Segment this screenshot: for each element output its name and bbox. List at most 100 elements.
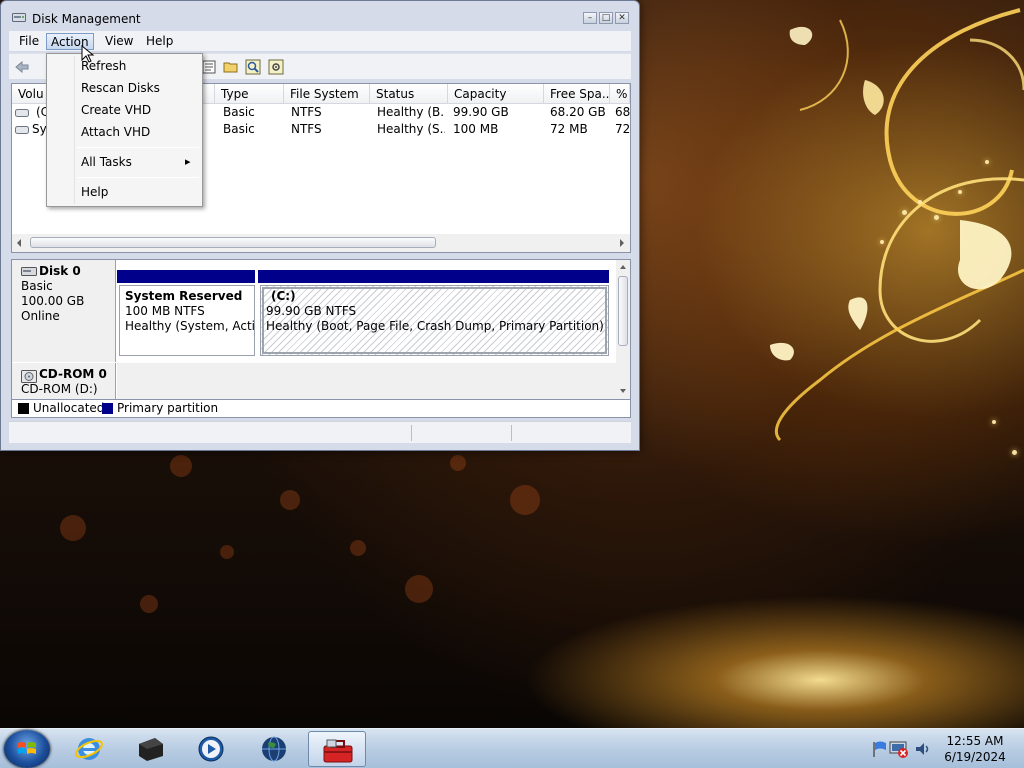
partition-bar-system-reserved <box>117 270 255 283</box>
cell-capacity: 99.90 GB <box>453 105 509 119</box>
minimize-button[interactable]: – <box>583 12 597 24</box>
menu-item-all-tasks[interactable]: All Tasks <box>81 153 132 171</box>
primary-partition-swatch <box>102 403 113 414</box>
close-button[interactable]: ✕ <box>615 12 629 24</box>
menu-help[interactable]: Help <box>142 33 177 50</box>
sparkle <box>934 215 939 220</box>
menu-item-create-vhd[interactable]: Create VHD <box>81 101 151 119</box>
scroll-right-arrow-icon[interactable] <box>618 238 626 248</box>
scroll-left-arrow-icon[interactable] <box>15 238 23 248</box>
disk-0-kind: Basic <box>21 279 53 293</box>
bokeh-light <box>140 595 158 613</box>
taskbar-disk-drive[interactable] <box>121 731 179 767</box>
status-divider <box>511 425 512 441</box>
disk-0-size: 100.00 GB <box>21 294 85 308</box>
sparkle <box>985 160 989 164</box>
legend-primary-partition: Primary partition <box>117 401 219 415</box>
status-bar <box>9 421 631 443</box>
cell-type: Basic <box>223 105 255 119</box>
menu-file[interactable]: File <box>15 33 43 50</box>
window-title: Disk Management <box>32 12 141 26</box>
cell-status: Healthy (B... <box>377 105 445 119</box>
taskbar-media-player[interactable] <box>182 731 240 767</box>
action-center-flag-icon[interactable] <box>870 739 890 759</box>
menu-bar: File Action View Help <box>9 31 631 51</box>
settings-icon[interactable] <box>268 59 284 75</box>
search-icon[interactable] <box>245 59 261 75</box>
column-header-free-space[interactable]: Free Spa... <box>544 84 610 104</box>
start-button[interactable] <box>4 730 50 768</box>
disk-graphical-view: Disk 0 Basic 100.00 GB Online System Res… <box>11 259 631 400</box>
toolbox-icon <box>323 739 353 763</box>
menu-item-help[interactable]: Help <box>81 183 108 201</box>
partition-name: (C:) <box>271 289 296 303</box>
cdrom-0-media-area[interactable] <box>117 363 616 399</box>
bokeh-light <box>405 575 433 603</box>
partition-status: Healthy (System, Active <box>125 319 255 333</box>
horizontal-scrollbar[interactable] <box>12 234 630 252</box>
bokeh-light <box>510 485 540 515</box>
bokeh-light <box>170 455 192 477</box>
partition-c[interactable]: (C:) 99.90 GB NTFS Healthy (Boot, Page F… <box>260 285 609 356</box>
globe-icon <box>262 736 286 762</box>
taskbar: 12:55 AM 6/19/2024 <box>0 728 1024 768</box>
vertical-scrollbar[interactable] <box>616 260 630 399</box>
partition-name: System Reserved <box>125 289 243 303</box>
media-player-icon <box>198 736 224 762</box>
bokeh-light <box>350 540 366 556</box>
sparkle <box>918 200 922 204</box>
vertical-scroll-thumb[interactable] <box>618 276 628 346</box>
column-header-status[interactable]: Status <box>370 84 448 104</box>
column-header-file-system[interactable]: File System <box>284 84 370 104</box>
clock-time[interactable]: 12:55 AM <box>940 734 1010 748</box>
clock-date[interactable]: 6/19/2024 <box>940 750 1010 764</box>
menu-gutter <box>74 56 75 204</box>
network-status-icon[interactable] <box>888 738 910 760</box>
cell-percent-free: 68 <box>615 105 631 119</box>
cell-percent-free: 72 <box>615 122 631 136</box>
bokeh-light <box>220 545 234 559</box>
scroll-up-arrow-icon[interactable] <box>619 263 627 271</box>
disk-0-info[interactable]: Disk 0 Basic 100.00 GB Online <box>12 260 116 362</box>
sparkle <box>1012 450 1017 455</box>
golden-swirl-decoration <box>770 8 1024 442</box>
properties-icon[interactable] <box>201 59 217 75</box>
cell-type: Basic <box>223 122 255 136</box>
back-arrow-icon[interactable] <box>14 59 30 75</box>
bokeh-light <box>60 515 86 541</box>
column-header-percent-free[interactable]: % <box>610 84 630 104</box>
scroll-down-arrow-icon[interactable] <box>619 387 627 395</box>
speaker-volume-icon[interactable] <box>914 740 932 758</box>
cdrom-0-info[interactable]: CD-ROM 0 CD-ROM (D:) <box>12 363 116 399</box>
menu-item-rescan-disks[interactable]: Rescan Disks <box>81 79 160 97</box>
horizontal-scroll-thumb[interactable] <box>30 237 436 248</box>
title-bar[interactable]: Disk Management – □ ✕ <box>1 1 639 31</box>
menu-separator <box>77 177 199 178</box>
menu-view[interactable]: View <box>101 33 137 50</box>
column-header-type[interactable]: Type <box>215 84 284 104</box>
hard-disk-icon <box>21 267 37 276</box>
cell-capacity: 100 MB <box>453 122 499 136</box>
menu-item-attach-vhd[interactable]: Attach VHD <box>81 123 150 141</box>
mouse-cursor-icon <box>81 45 95 63</box>
cell-free-space: 72 MB <box>550 122 588 136</box>
unallocated-swatch <box>18 403 29 414</box>
volume-icon <box>15 109 29 117</box>
maximize-button[interactable]: □ <box>599 12 613 24</box>
cell-file-system: NTFS <box>291 122 322 136</box>
status-divider <box>411 425 412 441</box>
cell-free-space: 68.20 GB <box>550 105 606 119</box>
partition-system-reserved[interactable]: System Reserved 100 MB NTFS Healthy (Sys… <box>119 285 255 356</box>
taskbar-internet-explorer[interactable] <box>60 731 118 767</box>
partition-size: 100 MB NTFS <box>125 304 205 318</box>
taskbar-network-globe[interactable] <box>245 731 303 767</box>
disk-0-state: Online <box>21 309 60 323</box>
sparkle <box>992 420 996 424</box>
taskbar-computer-management[interactable] <box>308 731 366 767</box>
disk-management-icon <box>12 13 26 22</box>
sparkle <box>958 190 962 194</box>
internet-explorer-icon <box>75 738 103 760</box>
sparkle <box>880 240 884 244</box>
open-folder-icon[interactable] <box>223 59 239 75</box>
column-header-capacity[interactable]: Capacity <box>448 84 544 104</box>
